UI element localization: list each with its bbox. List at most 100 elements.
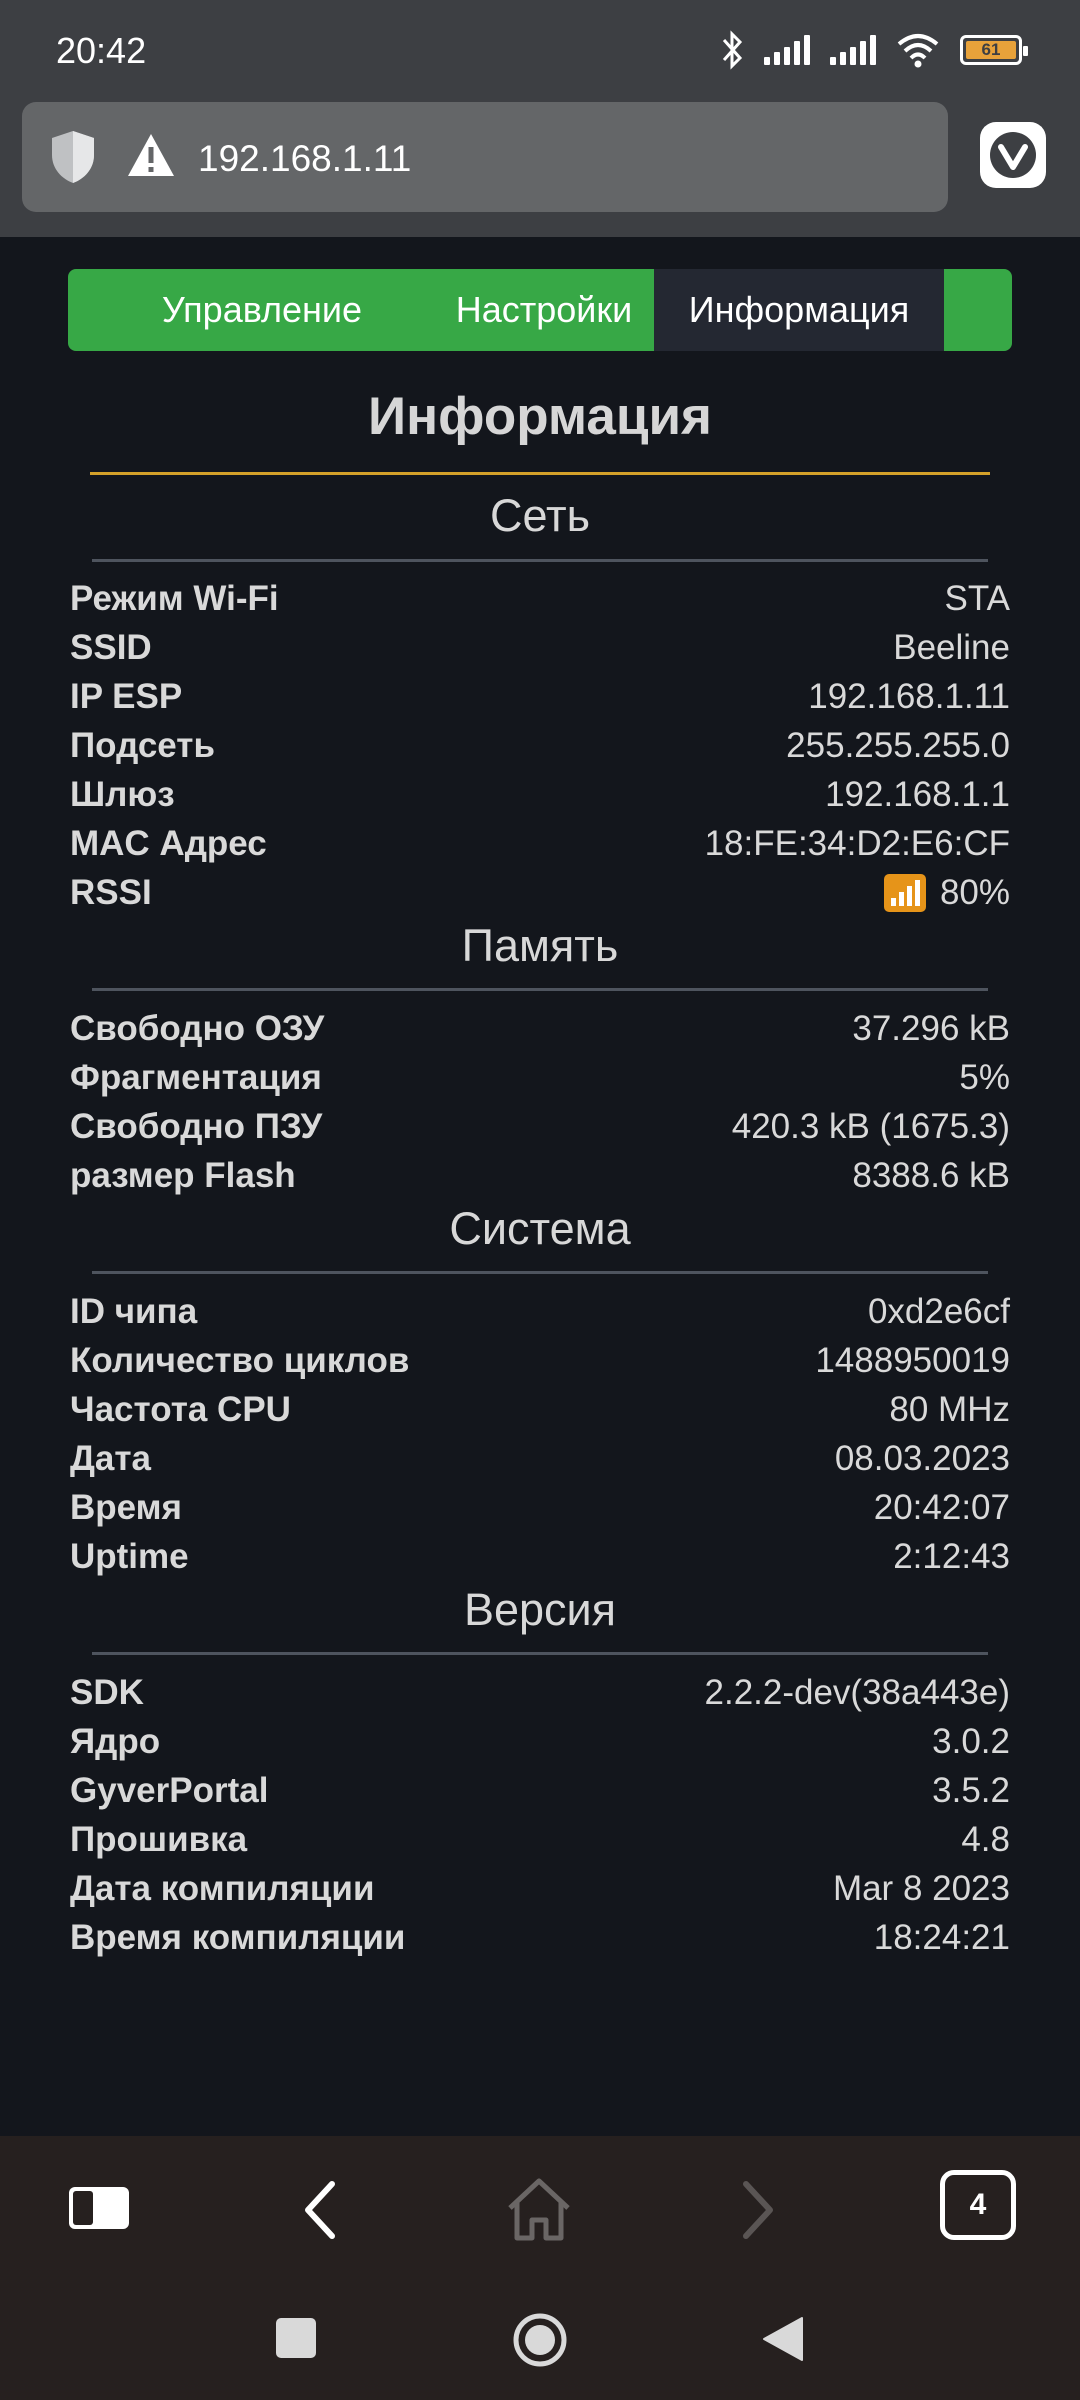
address-bar[interactable]: 192.168.1.11: [22, 102, 948, 212]
info-row: SDK 2.2.2-dev(38a443e): [70, 1669, 1010, 1715]
info-key: Прошивка: [70, 1820, 248, 1859]
info-value: 4.8: [961, 1820, 1010, 1859]
warning-icon[interactable]: [126, 132, 176, 178]
info-key: Количество циклов: [70, 1341, 410, 1380]
info-value: 20:42:07: [873, 1488, 1010, 1527]
bluetooth-icon: [722, 30, 743, 70]
info-key: GyverPortal: [70, 1771, 269, 1810]
battery-icon: 61: [960, 35, 1028, 65]
info-value: 8388.6 kB: [852, 1156, 1010, 1195]
info-key: Ядро: [70, 1722, 161, 1761]
battery-level: 61: [966, 40, 1016, 59]
info-value: 2:12:43: [893, 1537, 1010, 1576]
section-title-system: Система: [449, 1203, 631, 1254]
info-value: 18:24:21: [873, 1918, 1010, 1957]
info-row: GyverPortal 3.5.2: [70, 1767, 1010, 1813]
nav-tabs: Управление Настройки Информация: [68, 269, 1012, 351]
info-key: Время: [70, 1488, 182, 1527]
info-row: IP ESP 192.168.1.11: [70, 673, 1010, 719]
info-value: 255.255.255.0: [786, 726, 1010, 765]
home-icon[interactable]: [504, 2176, 574, 2242]
info-key: MAC Адрес: [70, 824, 267, 863]
url-text[interactable]: 192.168.1.11: [198, 138, 411, 180]
wifi-icon: [897, 34, 939, 68]
info-row: Дата компиляции Mar 8 2023: [70, 1865, 1010, 1911]
info-value: Beeline: [893, 628, 1010, 667]
info-value: 80 MHz: [889, 1390, 1010, 1429]
info-value: Mar 8 2023: [832, 1869, 1010, 1908]
info-row: MAC Адрес 18:FE:34:D2:E6:CF: [70, 820, 1010, 866]
info-key: IP ESP: [70, 677, 183, 716]
status-time: 20:42: [56, 30, 147, 71]
info-row: Свободно ОЗУ 37.296 kB: [70, 1005, 1010, 1051]
info-row: Время 20:42:07: [70, 1484, 1010, 1530]
info-value-rssi: 80%: [883, 873, 1010, 913]
page-title: Информация: [368, 387, 712, 446]
section-divider: [92, 988, 988, 991]
section-title-network: Сеть: [489, 490, 591, 541]
info-row: SSID Beeline: [70, 624, 1010, 670]
info-row: Uptime 2:12:43: [70, 1533, 1010, 1579]
rssi-value: 80%: [939, 873, 1010, 912]
info-key: Шлюз: [70, 775, 175, 814]
tab-settings[interactable]: Настройки: [424, 269, 664, 351]
info-key: Дата: [70, 1439, 152, 1478]
info-row: Подсеть 255.255.255.0: [70, 722, 1010, 768]
info-row: RSSI 80%: [70, 869, 1010, 915]
info-value: 0xd2e6cf: [867, 1292, 1010, 1331]
info-row: Прошивка 4.8: [70, 1816, 1010, 1862]
vivaldi-logo-icon: [990, 132, 1036, 178]
info-value: 3.0.2: [932, 1722, 1010, 1761]
back-triangle-icon[interactable]: [762, 2316, 804, 2362]
info-row: Шлюз 192.168.1.1: [70, 771, 1010, 817]
info-key: Время компиляции: [70, 1918, 406, 1957]
info-row: размер Flash 8388.6 kB: [70, 1152, 1010, 1198]
info-value: 192.168.1.1: [825, 775, 1010, 814]
info-value: 37.296 kB: [852, 1009, 1010, 1048]
tab-info[interactable]: Информация: [654, 269, 944, 351]
status-bar: 20:42 61: [0, 0, 1080, 100]
info-key: Свободно ОЗУ: [70, 1009, 325, 1048]
info-key: RSSI: [70, 873, 152, 912]
info-row: ID чипа 0xd2e6cf: [70, 1288, 1010, 1334]
info-key: Подсеть: [70, 726, 215, 765]
info-row: Дата 08.03.2023: [70, 1435, 1010, 1481]
section-divider: [92, 559, 988, 562]
info-value: 1488950019: [815, 1341, 1010, 1380]
info-value: 2.2.2-dev(38a443e): [704, 1673, 1011, 1712]
info-key: Фрагментация: [70, 1058, 322, 1097]
info-key: размер Flash: [70, 1156, 296, 1195]
section-divider: [92, 1271, 988, 1274]
info-value: 5%: [959, 1058, 1010, 1097]
recents-square-icon[interactable]: [276, 2318, 316, 2358]
section-title-version: Версия: [463, 1584, 617, 1635]
browser-toolbar: 192.168.1.11: [0, 100, 1080, 237]
section-divider: [92, 1652, 988, 1655]
info-row: Количество циклов 1488950019: [70, 1337, 1010, 1383]
info-value: 08.03.2023: [834, 1439, 1010, 1478]
status-icons: 61: [720, 28, 1028, 72]
info-key: Частота CPU: [70, 1390, 291, 1429]
title-divider: [90, 472, 990, 475]
section-title-memory: Память: [461, 920, 619, 971]
forward-icon[interactable]: [738, 2180, 778, 2240]
info-row: Свободно ПЗУ 420.3 kB (1675.3): [70, 1103, 1010, 1149]
home-circle-icon[interactable]: [512, 2312, 568, 2368]
tabs-count-button[interactable]: 4: [940, 2170, 1016, 2240]
panel-toggle-icon[interactable]: [68, 2186, 130, 2230]
info-key: Режим Wi-Fi: [70, 579, 279, 618]
vivaldi-menu-button[interactable]: [980, 122, 1046, 188]
shield-icon[interactable]: [50, 129, 96, 185]
tab-control[interactable]: Управление: [148, 269, 376, 351]
browser-bottom-bar: 4: [0, 2136, 1080, 2276]
back-icon[interactable]: [300, 2180, 340, 2240]
info-row: Режим Wi-Fi STA: [70, 575, 1010, 621]
info-value: STA: [944, 579, 1010, 618]
info-row: Частота CPU 80 MHz: [70, 1386, 1010, 1432]
info-key: ID чипа: [70, 1292, 198, 1331]
info-key: Uptime: [70, 1537, 189, 1576]
system-nav-bar: [0, 2276, 1080, 2400]
info-value: 3.5.2: [932, 1771, 1010, 1810]
info-row: Время компиляции 18:24:21: [70, 1914, 1010, 1960]
info-key: Дата компиляции: [70, 1869, 375, 1908]
